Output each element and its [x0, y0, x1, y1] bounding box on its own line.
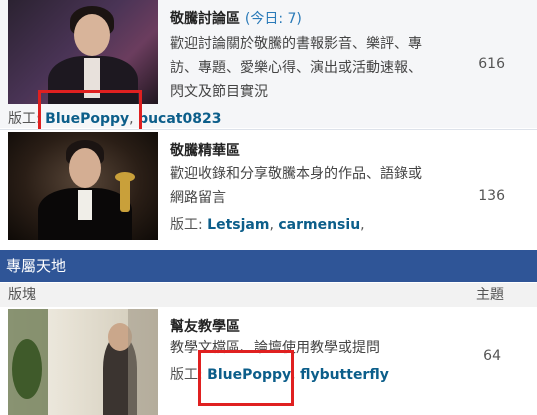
moderator-link[interactable]: flybutterfly [300, 367, 389, 383]
moderator-link[interactable]: pucat0823 [138, 111, 221, 127]
forum-title-featured[interactable]: 敬騰精華區 [170, 140, 240, 160]
moderator-link[interactable]: Letsjam [207, 217, 269, 233]
section-header: 專屬天地 [0, 250, 537, 282]
topic-count: 616 [478, 56, 505, 72]
today-count: (今日: 7) [244, 11, 302, 27]
column-headers: 版塊 主題 [0, 283, 537, 307]
forum-title-text[interactable]: 敬騰討論區 [170, 11, 240, 27]
topic-count: 136 [478, 188, 505, 204]
moderators-label: 版工: [170, 217, 203, 233]
topic-count: 64 [483, 348, 501, 364]
moderator-link[interactable]: carmensiu [278, 217, 360, 233]
moderators: 版工: Letsjam, carmensiu, [170, 217, 365, 233]
forum-title-discussion[interactable]: 敬騰討論區 (今日: 7) [170, 8, 302, 28]
column-board: 版塊 [8, 287, 36, 303]
forum-description: 歡迎討論關於敬騰的書報影音、樂評、專訪、專題、愛樂心得、演出或活動速報、閃文及節… [170, 36, 422, 100]
forum-thumbnail-discussion[interactable] [8, 0, 158, 104]
forum-thumbnail-tutorial[interactable] [8, 309, 158, 415]
forum-thumbnail-featured[interactable] [8, 132, 158, 240]
forum-description: 歡迎收錄和分享敬騰本身的作品、語錄或網路留言 [170, 166, 422, 206]
forum-title-tutorial[interactable]: 幫友教學區 [170, 316, 240, 336]
highlight-box [198, 350, 294, 406]
forum-row-featured: 敬騰精華區 歡迎收錄和分享敬騰本身的作品、語錄或網路留言 136 版工: Let… [0, 130, 537, 242]
column-topics: 主題 [476, 287, 504, 303]
moderators-label: 版工: [8, 111, 41, 127]
